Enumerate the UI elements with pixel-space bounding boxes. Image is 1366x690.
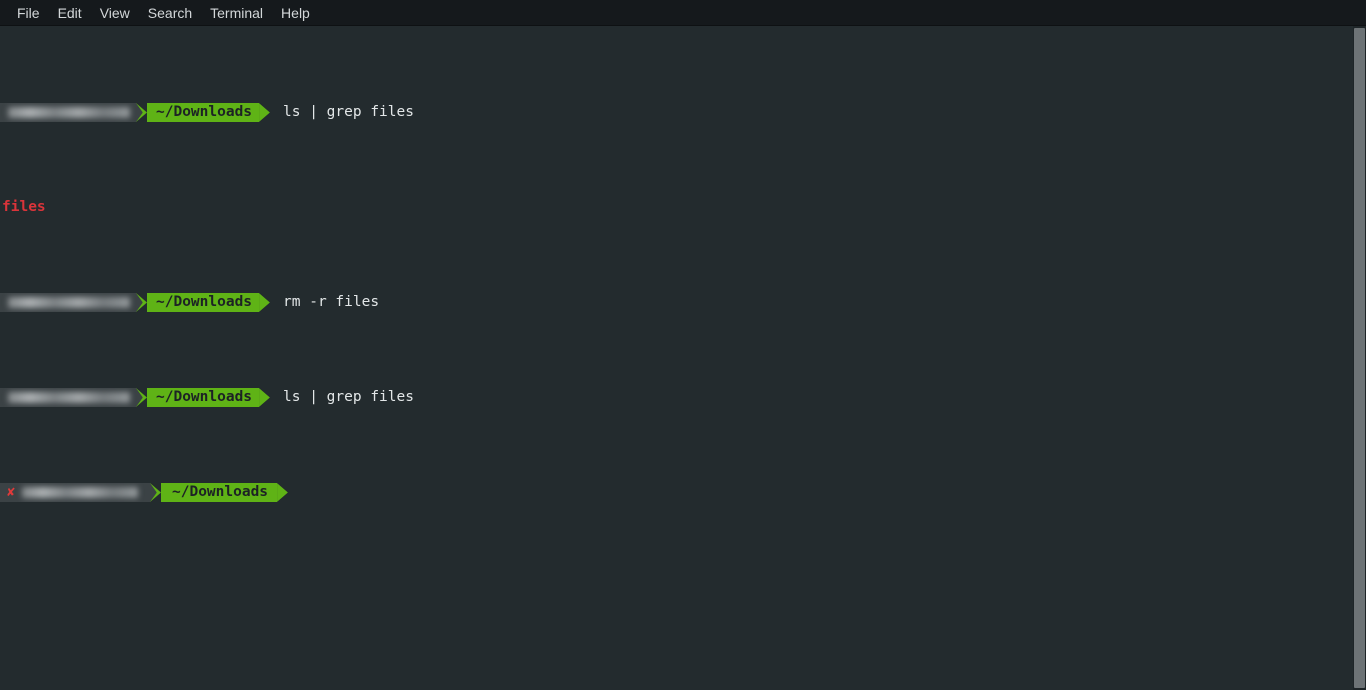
prompt-path: ~/Downloads [147,103,260,122]
powerline-arrow-icon [259,293,271,312]
terminal-body[interactable]: ~/Downloads ls | grep files files ~/Down… [0,26,1366,690]
command-input[interactable] [288,483,301,502]
menu-item-view[interactable]: View [91,0,139,26]
terminal-line: ~/Downloads ls | grep files [0,103,1352,122]
terminal-output[interactable]: ~/Downloads ls | grep files files ~/Down… [0,26,1352,690]
terminal-line: ~/Downloads ls | grep files [0,388,1352,407]
prompt-path: ~/Downloads [161,483,278,502]
menu-item-file[interactable]: File [8,0,49,26]
redaction-blur [8,297,130,308]
redaction-blur [8,392,130,403]
powerline-arrow-icon [136,103,147,122]
menu-item-search[interactable]: Search [139,0,201,26]
menu-item-terminal[interactable]: Terminal [201,0,272,26]
powerline-arrow-icon [259,388,271,407]
prompt-path: ~/Downloads [147,388,260,407]
terminal-line: ~/Downloads rm -r files [0,293,1352,312]
scrollbar-thumb[interactable] [1354,28,1365,688]
powerline-arrow-icon [259,103,271,122]
powerline-arrow-icon [277,483,289,502]
powerline-arrow-icon [136,388,147,407]
prompt-user-host-redacted [0,103,136,122]
redaction-blur [8,107,130,118]
prompt-user-host-redacted [0,388,136,407]
command-text: ls | grep files [283,389,414,405]
command-text: rm -r files [283,294,380,310]
prompt-path: ~/Downloads [147,293,260,312]
exit-status-error-icon: ✘ [7,485,15,500]
scrollbar[interactable] [1353,26,1366,690]
menu-bar: File Edit View Search Terminal Help [0,0,1366,26]
terminal-window: File Edit View Search Terminal Help ~/Do… [0,0,1366,690]
prompt-user-host-redacted [0,293,136,312]
powerline-arrow-icon [150,483,161,502]
powerline-arrow-icon [136,293,147,312]
redaction-blur [22,487,138,498]
prompt-user-host-redacted: ✘ [0,483,150,502]
menu-item-help[interactable]: Help [272,0,319,26]
terminal-line-active-prompt[interactable]: ✘ ~/Downloads [0,483,1352,502]
command-text: ls | grep files [283,104,414,120]
terminal-line: files [0,198,1352,217]
menu-item-edit[interactable]: Edit [49,0,91,26]
grep-match-output: files [2,199,46,215]
